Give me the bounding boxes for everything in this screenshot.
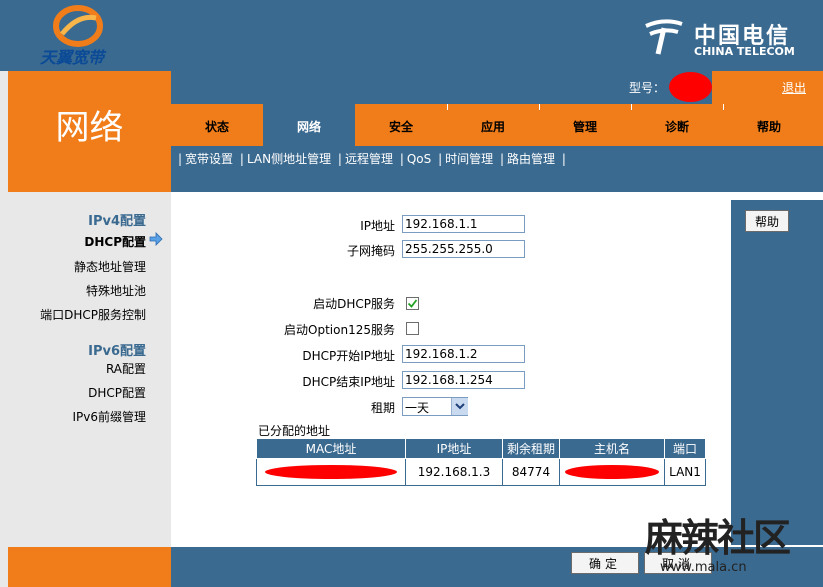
subnav-remote[interactable]: 远程管理: [345, 152, 393, 166]
sidebar-item-dhcp6[interactable]: DHCP配置: [88, 384, 146, 401]
footer-left: [8, 547, 171, 587]
mac-cell: [256, 458, 406, 486]
tab-divider: [539, 104, 540, 110]
subnav: | 宽带设置 | LAN侧地址管理 | 远程管理 | QoS | 时间管理 | 路由管理 |: [178, 152, 566, 166]
help-panel: [731, 200, 823, 545]
sidebar-item-static-address[interactable]: 静态地址管理: [74, 258, 146, 275]
subnet-mask-label: 子网掩码: [346, 244, 395, 258]
model-label: 型号：: [629, 81, 666, 95]
dhcp-enable-label: 启动DHCP服务: [313, 297, 395, 311]
column-ip: IP地址: [405, 438, 503, 459]
assigned-addresses-table: MAC地址 IP地址 剩余租期 主机名 端口 192.168.1.3 84774…: [256, 438, 706, 486]
tab-network[interactable]: 网络: [263, 104, 355, 146]
watermark-logo: 麻辣社区: [645, 516, 791, 560]
dhcp-end-input[interactable]: [402, 371, 525, 389]
lease-label: 租期: [370, 401, 395, 415]
option125-checkbox[interactable]: [406, 322, 419, 335]
sidebar-item-special-pool[interactable]: 特殊地址池: [86, 282, 146, 299]
telecom-name-en: CHINA TELECOM: [694, 45, 795, 58]
ip-address-label: IP地址: [360, 219, 395, 233]
tab-management[interactable]: 管理: [539, 104, 631, 146]
ip-address-input[interactable]: [402, 215, 525, 233]
brand-logo-text: 天翼宽带: [40, 48, 105, 67]
dhcp-start-input[interactable]: [402, 345, 525, 363]
hostname-redaction: [565, 465, 659, 480]
tab-diagnostics[interactable]: 诊断: [631, 104, 723, 146]
subnav-broadband[interactable]: 宽带设置: [185, 152, 233, 166]
mac-redaction: [265, 465, 397, 480]
lease-dropdown-button[interactable]: [451, 398, 468, 415]
confirm-button[interactable]: 确定: [571, 552, 639, 574]
subnav-time[interactable]: 时间管理: [445, 152, 493, 166]
tab-application[interactable]: 应用: [447, 104, 539, 146]
sidebar-item-dhcp[interactable]: DHCP配置: [84, 233, 146, 250]
port-cell: LAN1: [664, 458, 706, 486]
subnav-routing[interactable]: 路由管理: [507, 152, 555, 166]
arrow-right-icon: [149, 232, 163, 246]
tianyi-logo-icon: [53, 5, 103, 47]
tab-help[interactable]: 帮助: [723, 104, 815, 146]
column-mac: MAC地址: [256, 438, 406, 459]
tab-status[interactable]: 状态: [171, 104, 263, 146]
column-lease: 剩余租期: [502, 438, 560, 459]
help-button[interactable]: 帮助: [745, 210, 789, 232]
ip-cell: 192.168.1.3: [405, 458, 503, 486]
column-port: 端口: [664, 438, 706, 459]
lease-select-value: 一天: [405, 401, 430, 415]
logout-area: [712, 71, 823, 104]
sidebar-heading-ipv4: IPv4配置: [88, 214, 146, 229]
table-header-row: MAC地址 IP地址 剩余租期 主机名 端口: [256, 438, 706, 459]
table-row: 192.168.1.3 84774 LAN1: [256, 458, 706, 486]
tab-security[interactable]: 安全: [355, 104, 447, 146]
sidebar-heading-ipv6: IPv6配置: [88, 344, 146, 359]
sidebar-item-port-dhcp[interactable]: 端口DHCP服务控制: [40, 306, 146, 323]
tab-divider: [447, 104, 448, 110]
logout-link[interactable]: 退出: [782, 79, 806, 96]
dhcp-end-label: DHCP结束IP地址: [302, 375, 395, 389]
subnav-qos[interactable]: QoS: [407, 152, 431, 166]
china-telecom-logo-icon: [645, 19, 683, 55]
page-title: 网络: [55, 108, 124, 148]
watermark-url: www.mala.cn: [660, 560, 747, 575]
chevron-down-icon: [455, 403, 465, 410]
option125-label: 启动Option125服务: [284, 323, 395, 337]
model-redaction: [669, 72, 712, 102]
sidebar-item-ipv6-prefix[interactable]: IPv6前缀管理: [72, 408, 146, 425]
subnet-mask-input[interactable]: [402, 240, 525, 258]
left-edge-strip: [0, 71, 8, 587]
column-hostname: 主机名: [559, 438, 665, 459]
tab-divider: [631, 104, 632, 110]
hostname-cell: [559, 458, 665, 486]
sidebar-item-ra[interactable]: RA配置: [106, 360, 146, 377]
subnav-lan-address[interactable]: LAN侧地址管理: [247, 152, 331, 166]
dhcp-start-label: DHCP开始IP地址: [302, 349, 395, 363]
lease-cell: 84774: [502, 458, 560, 486]
assigned-addresses-title: 已分配的地址: [258, 424, 331, 438]
check-icon: [407, 299, 418, 308]
tab-divider: [723, 104, 724, 110]
dhcp-enable-checkbox[interactable]: [406, 297, 419, 310]
